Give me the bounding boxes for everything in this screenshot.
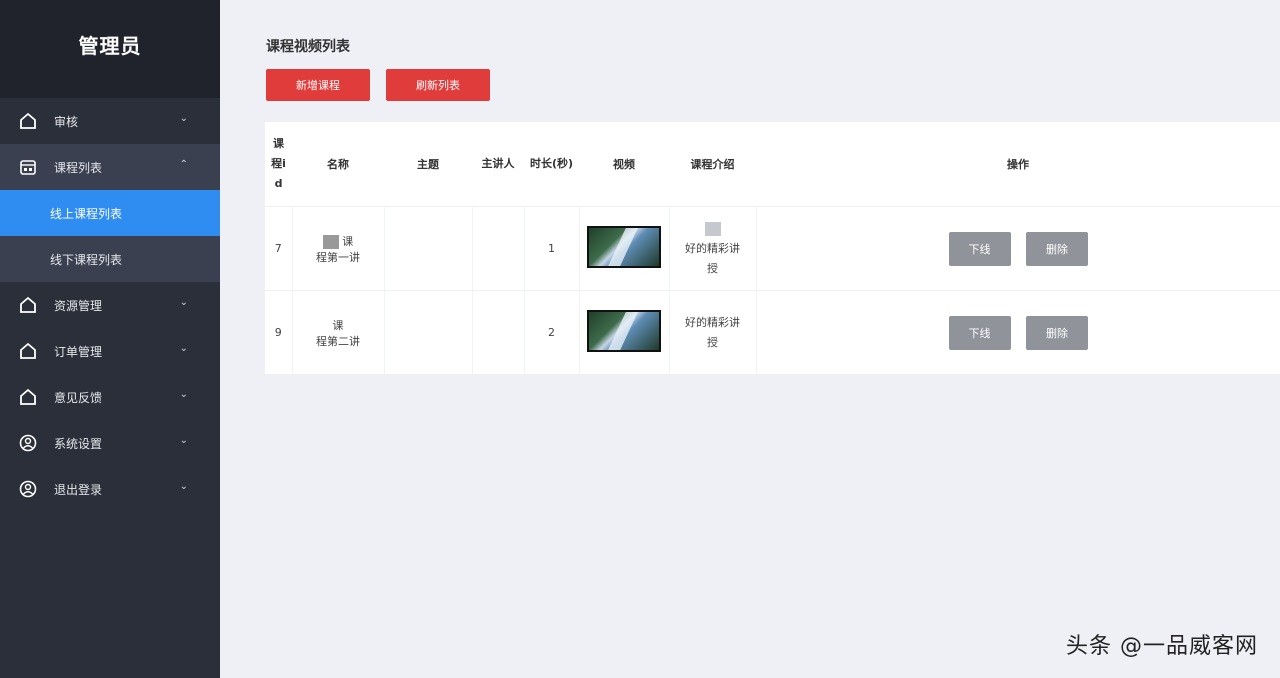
chevron-down-icon: ⌄ — [179, 389, 188, 400]
watermark: 头条 @一品威客网 — [1066, 634, 1258, 659]
offline-button[interactable]: 下线 — [948, 315, 1011, 350]
sub-item-offline-courses[interactable]: 线下课程列表 — [0, 236, 220, 282]
calendar-icon — [18, 157, 38, 177]
col-header-name: 名称 — [292, 122, 384, 207]
user-circle-icon — [18, 479, 38, 499]
refresh-list-button[interactable]: 刷新列表 — [386, 69, 490, 101]
cell-actions: 下线 删除 — [756, 206, 1280, 291]
cell-theme — [384, 206, 473, 291]
cell-id: 9 — [265, 290, 293, 375]
cell-duration: 1 — [524, 206, 580, 291]
menu-item-label: 意见反馈 — [54, 390, 103, 405]
menu-item-orders[interactable]: 订单管理 ⌄ — [0, 328, 220, 374]
col-header-intro: 课程介绍 — [669, 122, 756, 207]
cell-id: 7 — [265, 206, 293, 291]
table-row: 9 课 程第二讲 2 好的精彩讲 授 下线 删除 — [265, 290, 1280, 375]
menu-item-label: 资源管理 — [54, 298, 103, 313]
video-thumbnail[interactable] — [587, 310, 661, 352]
cell-duration: 2 — [524, 290, 580, 375]
side-menu: 审核 ⌄ 课程列表 ⌃ 线上课程列表 线下课程列表 资源管理 ⌄ 订单管理 ⌄ — [0, 98, 220, 512]
menu-item-label: 退出登录 — [54, 482, 103, 497]
cell-name: 课 程第二讲 — [292, 290, 385, 375]
chevron-down-icon: ⌄ — [179, 435, 188, 446]
sidebar: 管理员 审核 ⌄ 课程列表 ⌃ 线上课程列表 线下课程列表 资源管理 ⌄ 订单管… — [0, 0, 220, 678]
chevron-down-icon: ⌄ — [179, 481, 188, 492]
intro-line2: 授 — [707, 335, 718, 349]
menu-item-label: 系统设置 — [54, 436, 103, 451]
chevron-down-icon: ⌄ — [179, 113, 188, 124]
name-line1: 课 — [342, 234, 354, 248]
cell-intro: 好的精彩讲 授 — [669, 290, 757, 375]
menu-item-resources[interactable]: 资源管理 ⌄ — [0, 282, 220, 328]
col-header-actions: 操作 — [756, 122, 1280, 207]
menu-item-logout[interactable]: 退出登录 ⌄ — [0, 466, 220, 512]
name-line2: 程第二讲 — [316, 334, 360, 348]
menu-item-course-list[interactable]: 课程列表 ⌃ — [0, 144, 220, 190]
cell-speaker — [472, 206, 525, 291]
menu-item-label: 订单管理 — [54, 344, 103, 359]
redacted-mark — [704, 221, 721, 236]
main-content: 课程视频列表 新增课程 刷新列表 课程id 名称 主题 主讲人 时长(秒) 视频… — [220, 0, 1280, 678]
cell-intro: 好的精彩讲 授 — [669, 206, 757, 291]
page-title: 课程视频列表 — [266, 39, 350, 55]
col-header-id: 课程id — [265, 122, 292, 207]
cell-video — [579, 206, 670, 291]
menu-item-review[interactable]: 审核 ⌄ — [0, 98, 220, 144]
cell-speaker — [472, 290, 525, 375]
name-line1: 课 — [332, 318, 344, 332]
brand-title: 管理员 — [78, 34, 142, 58]
chevron-up-icon: ⌃ — [179, 159, 188, 170]
delete-button[interactable]: 删除 — [1026, 231, 1088, 266]
menu-item-settings[interactable]: 系统设置 ⌄ — [0, 420, 220, 466]
offline-button[interactable]: 下线 — [948, 231, 1011, 266]
menu-item-feedback[interactable]: 意见反馈 ⌄ — [0, 374, 220, 420]
name-line2: 程第一讲 — [316, 250, 360, 264]
redacted-mark — [322, 234, 339, 249]
table-header: 课程id 名称 主题 主讲人 时长(秒) 视频 课程介绍 操作 — [265, 122, 1280, 207]
home-icon — [18, 111, 38, 131]
col-header-video: 视频 — [579, 122, 669, 207]
chevron-down-icon: ⌄ — [179, 297, 188, 308]
add-course-button[interactable]: 新增课程 — [266, 69, 370, 101]
intro-line1: 好的精彩讲 — [685, 241, 740, 255]
video-thumbnail[interactable] — [587, 226, 661, 268]
home-icon — [18, 341, 38, 361]
table-row: 7 课 程第一讲 1 好的精彩讲 授 下线 删除 — [265, 206, 1280, 291]
user-circle-icon — [18, 433, 38, 453]
home-icon — [18, 295, 38, 315]
delete-button[interactable]: 删除 — [1026, 315, 1088, 350]
cell-theme — [384, 290, 473, 375]
home-icon — [18, 387, 38, 407]
col-header-speaker: 主讲人 — [472, 122, 524, 207]
intro-line1: 好的精彩讲 — [685, 315, 740, 329]
col-header-duration: 时长(秒) — [524, 122, 579, 207]
intro-line2: 授 — [707, 261, 718, 275]
cell-video — [579, 290, 670, 375]
sub-item-online-courses[interactable]: 线上课程列表 — [0, 190, 220, 236]
menu-item-label: 审核 — [54, 114, 79, 129]
chevron-down-icon: ⌄ — [179, 343, 188, 354]
cell-name: 课 程第一讲 — [292, 206, 385, 291]
cell-actions: 下线 删除 — [756, 290, 1280, 375]
col-header-theme: 主题 — [384, 122, 472, 207]
brand: 管理员 — [0, 0, 220, 98]
course-table: 课程id 名称 主题 主讲人 时长(秒) 视频 课程介绍 操作 7 课 程第一讲 — [265, 122, 1280, 375]
menu-item-label: 课程列表 — [54, 160, 103, 175]
